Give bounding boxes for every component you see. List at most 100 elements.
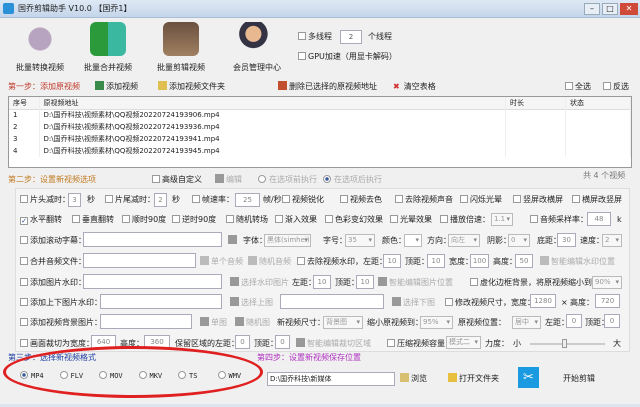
- subtitle-settings-icon[interactable]: [228, 235, 239, 247]
- after-radio[interactable]: 在选项后执行: [323, 174, 382, 186]
- resize-height-input[interactable]: 720: [595, 294, 620, 308]
- slider-thumb[interactable]: [561, 339, 567, 348]
- choose-watermark-button[interactable]: 选择水印图片: [230, 277, 289, 289]
- delete-selected-button[interactable]: 删除已选择的原视频地址: [278, 81, 377, 93]
- resize-width-input[interactable]: 1280: [530, 294, 556, 308]
- batch-convert-button[interactable]: 批量转换视频: [5, 22, 75, 73]
- browse-button[interactable]: 浏览: [400, 373, 427, 385]
- close-button[interactable]: ✕: [620, 3, 638, 15]
- table-row[interactable]: 1 D:\国乔科技\视频素材\QQ视频20220724193906.mp4: [9, 109, 631, 121]
- image-watermark-checkbox[interactable]: 添加图片水印：: [20, 277, 86, 289]
- img-left-input[interactable]: 10: [313, 275, 331, 289]
- scissors-icon[interactable]: ✂: [518, 367, 539, 388]
- speed-select[interactable]: 1.1: [491, 213, 513, 226]
- table-row[interactable]: 4 D:\国乔科技\视频素材\QQ视频20220724193945.mp4: [9, 145, 631, 157]
- ccw90-checkbox[interactable]: 逆时90度: [172, 214, 216, 226]
- fade-in-checkbox[interactable]: 渐入效果: [275, 214, 317, 226]
- top-image-input[interactable]: [100, 294, 222, 309]
- subtitle-input[interactable]: [83, 232, 222, 247]
- shrink-select[interactable]: 95%: [420, 316, 453, 329]
- save-path-input[interactable]: D:\国乔科技\新媒体: [267, 372, 395, 386]
- invert-checkbox[interactable]: 反选: [603, 81, 629, 93]
- sample-rate-input[interactable]: 48: [587, 212, 611, 226]
- wm-height-input[interactable]: 50: [515, 254, 533, 268]
- image-watermark-input[interactable]: [83, 274, 222, 289]
- video-table[interactable]: 序号 原视频地址 时长 状态 1 D:\国乔科技\视频素材\QQ视频2022072419…: [8, 96, 632, 168]
- scroll-speed-select[interactable]: 2: [602, 234, 622, 247]
- start-edit-button[interactable]: 开始剪辑: [563, 373, 595, 385]
- gpu-checkbox[interactable]: GPU加速（用显卡解码）: [298, 51, 397, 63]
- background-image-checkbox[interactable]: 添加视频背景图片：: [20, 317, 102, 329]
- table-row[interactable]: 2 D:\国乔科技\视频素材\QQ视频20220724193936.mp4: [9, 121, 631, 133]
- subtitle-checkbox[interactable]: 添加滚动字幕：: [20, 235, 86, 247]
- cw90-checkbox[interactable]: 顺时90度: [122, 214, 166, 226]
- glow-flash-checkbox[interactable]: 闪烁光晕: [460, 194, 502, 206]
- wm-top-input[interactable]: 10: [427, 254, 445, 268]
- member-center-button[interactable]: 会员管理中心: [222, 22, 292, 73]
- select-all-checkbox[interactable]: 全选: [565, 81, 591, 93]
- direction-select[interactable]: 向左: [448, 234, 480, 247]
- h2v-checkbox[interactable]: 横屏改竖屏: [572, 194, 622, 206]
- blur-border-checkbox[interactable]: 虚化边框背景，将原视频缩小到：: [470, 277, 600, 289]
- resize-checkbox[interactable]: 修改视频尺寸，宽度：: [445, 297, 535, 309]
- color-picker[interactable]: [404, 234, 422, 247]
- smart-crop-button[interactable]: 智能编辑裁切区域: [296, 338, 371, 350]
- random-audio-button[interactable]: 随机音频: [248, 256, 291, 268]
- fps-input[interactable]: 25: [235, 193, 260, 207]
- position-select[interactable]: 居中: [512, 316, 541, 329]
- wm-width-input[interactable]: 100: [470, 254, 489, 268]
- crop-top-input[interactable]: 0: [275, 335, 290, 349]
- multithread-checkbox[interactable]: 多线程: [298, 31, 332, 43]
- hflip-checkbox[interactable]: 水平翻转: [20, 214, 62, 226]
- table-row[interactable]: 3 D:\国乔科技\视频素材\QQ视频20220724193941.mp4: [9, 133, 631, 145]
- color-fx-checkbox[interactable]: 色彩变幻效果: [325, 214, 383, 226]
- batch-merge-button[interactable]: 批量合并视频: [73, 22, 143, 73]
- clear-table-button[interactable]: ✖ 清空表格: [393, 81, 436, 93]
- speed-checkbox[interactable]: 播放倍速：: [440, 214, 490, 226]
- head-cut-input[interactable]: 3: [68, 193, 81, 207]
- vflip-checkbox[interactable]: 垂直翻转: [72, 214, 114, 226]
- head-cut-checkbox[interactable]: 片头减时：: [20, 194, 70, 206]
- strength-slider[interactable]: [530, 339, 605, 348]
- random-image-button[interactable]: 随机图: [235, 317, 270, 329]
- pos-left-input[interactable]: 0: [566, 314, 582, 328]
- batch-edit-button[interactable]: 批量剪辑视频: [146, 22, 216, 73]
- minimize-button[interactable]: –: [584, 3, 600, 15]
- sample-rate-checkbox[interactable]: 音频采样率：: [530, 214, 588, 226]
- size-select[interactable]: 35: [345, 234, 375, 247]
- top-bottom-watermark-checkbox[interactable]: 添加上下图片水印：: [20, 297, 102, 309]
- sharpen-checkbox[interactable]: 视频锐化: [282, 194, 324, 206]
- merge-audio-input[interactable]: [83, 253, 196, 268]
- tail-cut-input[interactable]: 2: [154, 193, 167, 207]
- decolor-checkbox[interactable]: 视频去色: [340, 194, 382, 206]
- merge-audio-checkbox[interactable]: 合并音频文件：: [20, 256, 86, 268]
- before-radio[interactable]: 在选项前执行: [258, 174, 317, 186]
- add-folder-button[interactable]: 添加视频文件夹: [158, 81, 225, 93]
- bottom-image-input[interactable]: [280, 294, 384, 309]
- maximize-button[interactable]: □: [602, 3, 618, 15]
- wm-left-input[interactable]: 10: [383, 254, 401, 268]
- smart-watermark-button[interactable]: 智能编辑水印位置: [540, 256, 615, 268]
- compress-mode-select[interactable]: 模式二: [446, 336, 481, 349]
- new-size-select[interactable]: 背景图: [323, 316, 363, 329]
- background-image-input[interactable]: [100, 314, 192, 329]
- edit-button[interactable]: 编辑: [215, 174, 242, 186]
- threads-input[interactable]: 2: [340, 30, 362, 44]
- smart-image-button[interactable]: 智能编辑图片位置: [378, 277, 453, 289]
- advanced-checkbox[interactable]: 高级自定义: [152, 174, 202, 186]
- single-image-button[interactable]: 单图: [200, 317, 227, 329]
- shadow-select[interactable]: 0: [508, 234, 530, 247]
- choose-top-button[interactable]: 选择上图: [230, 297, 273, 309]
- blur-scale-select[interactable]: 90%: [592, 276, 622, 289]
- img-top-input[interactable]: 10: [356, 275, 374, 289]
- fps-checkbox[interactable]: 帧速率：: [192, 194, 234, 206]
- tail-cut-checkbox[interactable]: 片尾减时：: [105, 194, 155, 206]
- choose-bottom-button[interactable]: 选择下图: [392, 297, 435, 309]
- v2h-checkbox[interactable]: 竖屏改横屏: [513, 194, 563, 206]
- mute-checkbox[interactable]: 去除视频声音: [395, 194, 453, 206]
- glow-fx-checkbox[interactable]: 光晕效果: [390, 214, 432, 226]
- random-transition-checkbox[interactable]: 随机转场: [226, 214, 268, 226]
- crop-left-input[interactable]: 0: [235, 335, 250, 349]
- font-select[interactable]: 黑体(simhei): [264, 234, 311, 247]
- bottom-input[interactable]: 30: [557, 233, 576, 247]
